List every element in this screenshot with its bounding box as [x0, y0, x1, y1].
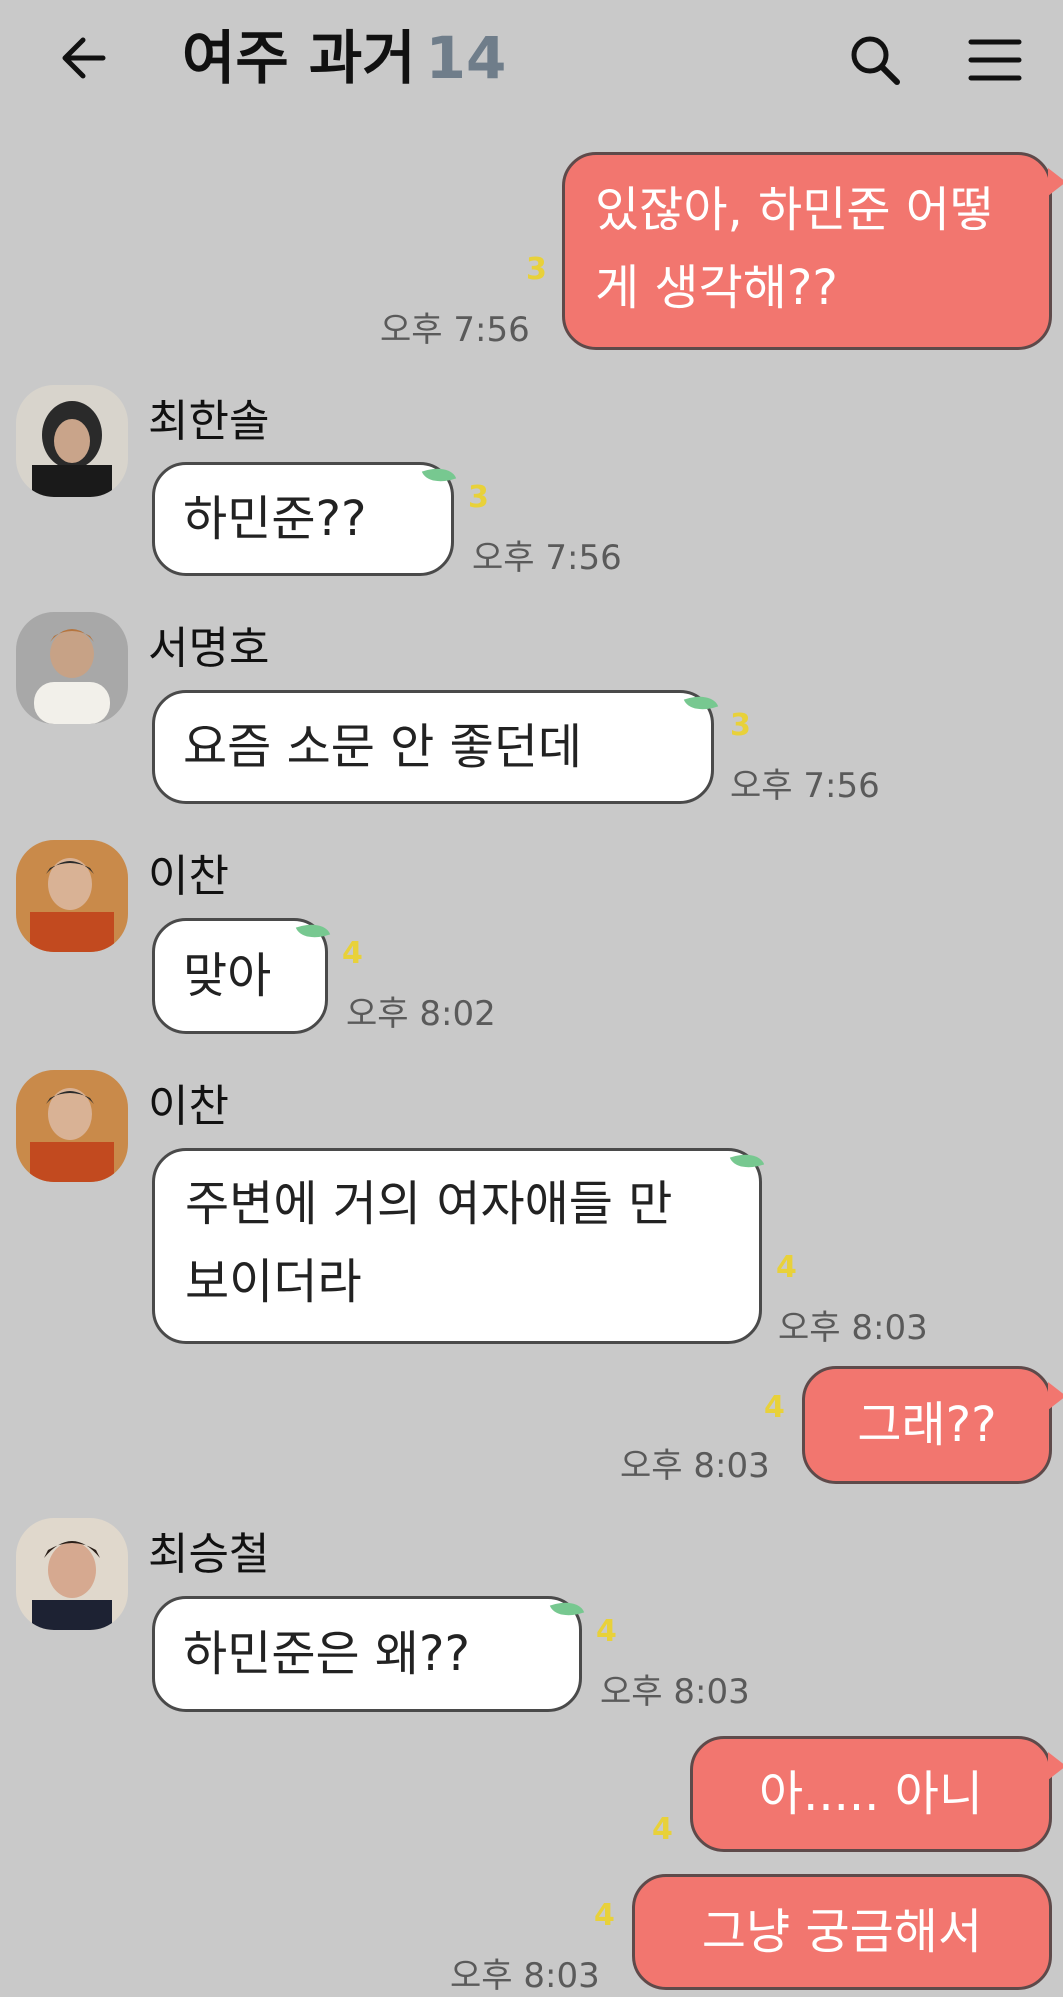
- unread-count: 4: [764, 1390, 785, 1425]
- message-time: 오후 8:03: [778, 1308, 928, 1348]
- sender-name: 이찬: [148, 1081, 229, 1132]
- message-time: 오후 8:03: [450, 1956, 600, 1996]
- message-time: 오후 7:56: [380, 310, 530, 350]
- message-text: 주변에 거의 여자애들 만 보이더라: [185, 1176, 673, 1310]
- unread-count: 4: [652, 1812, 673, 1847]
- incoming-message-bubble[interactable]: 요즘 소문 안 좋던데: [152, 690, 714, 804]
- search-button[interactable]: [845, 30, 905, 90]
- message-time: 오후 8:03: [620, 1446, 770, 1486]
- avatar-seo-myungho[interactable]: [16, 612, 128, 724]
- chat-header: 여주 과거 14: [0, 0, 1063, 120]
- message-text: 아..... 아니: [758, 1766, 984, 1822]
- unread-count: 3: [730, 708, 751, 743]
- incoming-message-bubble[interactable]: 하민준??: [152, 462, 454, 576]
- sender-name: 최승철: [148, 1529, 270, 1580]
- unread-count: 4: [594, 1898, 615, 1933]
- chat-title: 여주 과거 14: [182, 18, 506, 98]
- unread-count: 3: [526, 252, 547, 287]
- unread-count: 4: [342, 936, 363, 971]
- avatar-choi-hansol[interactable]: [16, 385, 128, 497]
- avatar-lee-chan[interactable]: [16, 1070, 128, 1182]
- bubble-tail: [1048, 168, 1063, 196]
- message-text: 그냥 궁금해서: [701, 1904, 983, 1960]
- message-text: 하민준은 왜??: [183, 1626, 471, 1682]
- outgoing-message-bubble[interactable]: 있잖아, 하민준 어떻게 생각해??: [562, 152, 1052, 350]
- message-time: 오후 8:02: [346, 994, 496, 1034]
- message-text: 맞아: [183, 948, 272, 1004]
- hamburger-menu-icon: [968, 39, 1022, 81]
- message-time: 오후 7:56: [472, 538, 622, 578]
- message-text: 하민준??: [183, 491, 367, 547]
- chat-room-name: 여주 과거: [182, 24, 416, 92]
- sender-name: 서명호: [148, 623, 270, 674]
- unread-count: 4: [776, 1250, 797, 1285]
- bubble-tail: [1048, 1752, 1063, 1780]
- message-time: 오후 7:56: [730, 766, 880, 806]
- message-text: 그래??: [857, 1397, 997, 1453]
- incoming-message-bubble[interactable]: 하민준은 왜??: [152, 1596, 582, 1712]
- unread-count: 3: [468, 480, 489, 515]
- message-text: 있잖아, 하민준 어떻게 생각해??: [595, 182, 995, 316]
- message-time: 오후 8:03: [600, 1672, 750, 1712]
- outgoing-message-bubble[interactable]: 그래??: [802, 1366, 1052, 1484]
- member-count: 14: [425, 24, 507, 92]
- avatar-choi-seungcheol[interactable]: [16, 1518, 128, 1630]
- outgoing-message-bubble[interactable]: 그냥 궁금해서: [632, 1874, 1052, 1990]
- arrow-left-icon: [62, 37, 106, 79]
- outgoing-message-bubble[interactable]: 아..... 아니: [690, 1736, 1052, 1852]
- sender-name: 최한솔: [148, 396, 270, 447]
- message-text: 요즘 소문 안 좋던데: [183, 719, 583, 775]
- back-button[interactable]: [55, 28, 115, 88]
- sender-name: 이찬: [148, 851, 229, 902]
- bubble-tail: [1048, 1382, 1063, 1410]
- incoming-message-bubble[interactable]: 주변에 거의 여자애들 만 보이더라: [152, 1148, 762, 1344]
- search-icon: [851, 36, 900, 85]
- incoming-message-bubble[interactable]: 맞아: [152, 918, 328, 1034]
- avatar-lee-chan[interactable]: [16, 840, 128, 952]
- unread-count: 4: [596, 1614, 617, 1649]
- menu-button[interactable]: [965, 30, 1025, 90]
